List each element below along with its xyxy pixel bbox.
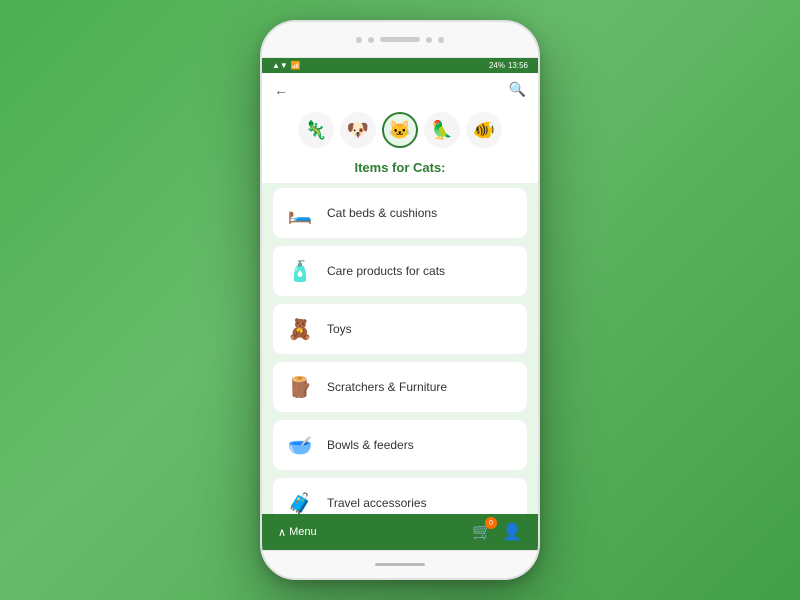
top-nav: ← 🔍 (262, 73, 538, 106)
category-item-toys[interactable]: 🧸 Toys (272, 303, 528, 355)
category-item-travel[interactable]: 🧳 Travel accessories (272, 477, 528, 514)
status-right: 24% 13:56 (489, 61, 528, 70)
category-icon-toys: 🧸 (283, 312, 317, 346)
bottom-action-icons: 🛒 0 👤 (472, 522, 522, 542)
category-label-care: Care products for cats (327, 264, 445, 278)
bezel-dot-4 (438, 37, 444, 43)
pet-icon-dog[interactable]: 🐶 (340, 112, 376, 148)
pet-icon-bird[interactable]: 🦜 (424, 112, 460, 148)
status-bar: ▲▼ 📶 24% 13:56 (262, 58, 538, 73)
phone-top-bezel (262, 22, 538, 58)
search-button[interactable]: 🔍 (509, 81, 526, 98)
category-item-beds[interactable]: 🛏️ Cat beds & cushions (272, 187, 528, 239)
category-label-scratchers: Scratchers & Furniture (327, 380, 447, 394)
category-icon-scratchers: 🪵 (283, 370, 317, 404)
menu-button[interactable]: ∧ Menu (278, 526, 317, 539)
profile-icon: 👤 (502, 524, 522, 541)
category-item-bowls[interactable]: 🥣 Bowls & feeders (272, 419, 528, 471)
category-item-scratchers[interactable]: 🪵 Scratchers & Furniture (272, 361, 528, 413)
bezel-dot-3 (426, 37, 432, 43)
category-icon-bowls: 🥣 (283, 428, 317, 462)
back-button[interactable]: ← (274, 82, 288, 98)
status-left: ▲▼ 📶 (272, 61, 301, 70)
home-bar (375, 563, 425, 566)
pet-icon-cat[interactable]: 🐱 (382, 112, 418, 148)
bezel-speaker (380, 37, 420, 42)
profile-button[interactable]: 👤 (502, 522, 522, 542)
phone-bottom-bezel (262, 550, 538, 578)
category-icon-care: 🧴 (283, 254, 317, 288)
menu-chevron: ∧ (278, 526, 286, 539)
pet-icon-reptile[interactable]: 🦎 (298, 112, 334, 148)
wifi-icon: 📶 (291, 61, 301, 70)
menu-label: Menu (289, 526, 317, 538)
category-label-bowls: Bowls & feeders (327, 438, 414, 452)
category-icon-beds: 🛏️ (283, 196, 317, 230)
battery-text: 24% (489, 61, 505, 70)
pet-icon-fish[interactable]: 🐠 (466, 112, 502, 148)
cart-button[interactable]: 🛒 0 (472, 522, 492, 542)
bottom-bar: ∧ Menu 🛒 0 👤 (262, 514, 538, 550)
pet-category-row: 🦎 🐶 🐱 🦜 🐠 (262, 106, 538, 154)
category-label-toys: Toys (327, 322, 352, 336)
phone-frame: ▲▼ 📶 24% 13:56 ← 🔍 🦎 🐶 🐱 🦜 🐠 Items for C… (260, 20, 540, 580)
section-title: Items for Cats: (262, 154, 538, 183)
category-label-beds: Cat beds & cushions (327, 206, 437, 220)
bezel-dot-2 (368, 37, 374, 43)
category-item-care[interactable]: 🧴 Care products for cats (272, 245, 528, 297)
category-label-travel: Travel accessories (327, 496, 427, 510)
bezel-dot-1 (356, 37, 362, 43)
signal-icon: ▲▼ (272, 61, 288, 70)
category-icon-travel: 🧳 (283, 486, 317, 514)
time-display: 13:56 (508, 61, 528, 70)
categories-list: 🛏️ Cat beds & cushions 🧴 Care products f… (262, 183, 538, 514)
cart-badge: 0 (485, 517, 497, 529)
